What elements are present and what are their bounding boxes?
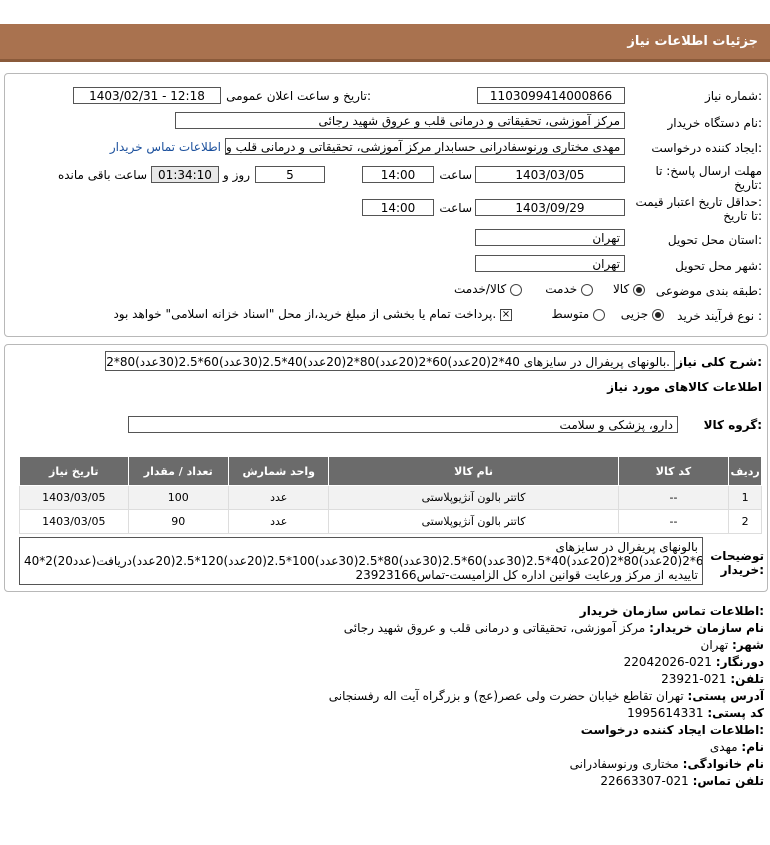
category-service-radio[interactable] bbox=[581, 283, 593, 296]
col-unit: واحد شمارش bbox=[228, 456, 330, 486]
announce-label: تاریخ و ساعت اعلان عمومی: bbox=[226, 89, 371, 103]
province-label: استان محل تحویل: bbox=[667, 233, 762, 247]
contact-city: شهر: تهران bbox=[700, 638, 764, 652]
cell-item-name: کاتتر بالون آنژیوپلاستی bbox=[328, 509, 619, 534]
category-both-option[interactable]: کالا/خدمت bbox=[454, 282, 522, 296]
desc-field: بالونهای پریفرال در سایزهای 40*2(20عدد)6… bbox=[105, 351, 675, 371]
process-partial-radio[interactable] bbox=[652, 308, 664, 321]
goods-info-title: اطلاعات کالاهای مورد نیاز bbox=[607, 380, 762, 394]
treasury-checkbox[interactable]: ⨯ bbox=[500, 308, 512, 321]
buyer-org-label: نام دستگاه خریدار: bbox=[667, 116, 763, 130]
cell-item-code: -- bbox=[617, 485, 730, 510]
cell-quantity: 100 bbox=[127, 485, 230, 510]
cell-item-name: کاتتر بالون آنژیوپلاستی bbox=[328, 485, 619, 510]
buyer-notes-line3: تاییدیه از مرکز ورعایت قوانین اداره کل ا… bbox=[355, 568, 698, 582]
remaining-time-field: 01:34:10 bbox=[151, 166, 219, 183]
need-number-field: 1103099414000866 bbox=[477, 87, 625, 104]
buyer-notes-box: بالونهای پریفرال در سایزهای 40*2(20عدد)6… bbox=[19, 537, 703, 585]
creator-label: ایجاد کننده درخواست: bbox=[651, 141, 762, 155]
table-row: 1403/03/05 100 عدد کاتتر بالون آنژیوپلاس… bbox=[19, 485, 762, 510]
process-medium-radio[interactable] bbox=[593, 308, 605, 321]
category-both-label: کالا/خدمت bbox=[453, 282, 507, 296]
category-label: طبقه بندی موضوعی: bbox=[655, 284, 762, 298]
col-need-date: تاریخ نیاز bbox=[19, 456, 129, 486]
buyer-notes-label: توضیحات bbox=[710, 549, 764, 563]
page-title: جزئیات اطلاعات نیاز bbox=[627, 34, 758, 49]
contact-address: آدرس پستی: تهران تقاطع خیابان حضرت ولی ع… bbox=[328, 689, 764, 703]
deadline-label: مهلت ارسال پاسخ: تا bbox=[655, 164, 762, 178]
contact-fax: دورنگار: 021-22042026 bbox=[623, 655, 764, 669]
buyer-contact-link[interactable]: اطلاعات تماس خریدار bbox=[110, 140, 221, 154]
category-goods-option[interactable]: کالا bbox=[613, 282, 645, 296]
table-header-row: تاریخ نیاز تعداد / مقدار واحد شمارش نام … bbox=[19, 456, 762, 486]
need-number-label: شماره نیاز: bbox=[704, 89, 762, 103]
cell-item-code: -- bbox=[617, 509, 730, 534]
cell-unit: عدد bbox=[228, 509, 330, 534]
remaining-label: ساعت باقی مانده bbox=[57, 168, 147, 182]
table-row: 1403/03/05 90 عدد کاتتر بالون آنژیوپلاست… bbox=[19, 509, 762, 534]
days-field: 5 bbox=[255, 166, 325, 183]
process-partial-label: جزیی bbox=[620, 307, 649, 321]
creator-family: نام خانوادگی: مختاری ورنوسفادرانی bbox=[569, 757, 764, 771]
buyer-notes-label-2: خریدار: bbox=[720, 563, 764, 577]
process-partial-option[interactable]: جزیی bbox=[621, 307, 664, 321]
announce-field: 1403/02/31 - 12:18 bbox=[73, 87, 221, 104]
cell-row: 1 bbox=[728, 485, 762, 510]
contact-phone: تلفن: 021-23921 bbox=[661, 672, 764, 686]
validity-time-field: 14:00 bbox=[362, 199, 434, 216]
group-label: گروه کالا: bbox=[703, 418, 762, 432]
buyer-notes-line1: بالونهای پریفرال در سایزهای bbox=[555, 540, 698, 554]
treasury-option[interactable]: پرداخت تمام یا بخشی از مبلغ خرید،از محل … bbox=[113, 307, 512, 321]
validity-label: حداقل تاریخ اعتبار قیمت: bbox=[635, 195, 762, 209]
col-quantity: تعداد / مقدار bbox=[127, 456, 230, 486]
validity-time-label: ساعت bbox=[439, 201, 472, 215]
contact-postal: کد پستی: 1995614331 bbox=[627, 706, 764, 720]
category-service-option[interactable]: خدمت bbox=[545, 282, 593, 296]
city-label: شهر محل تحویل: bbox=[675, 259, 762, 273]
category-goods-label: کالا bbox=[612, 282, 630, 296]
validity-date-field: 1403/09/29 bbox=[475, 199, 625, 216]
treasury-note: پرداخت تمام یا بخشی از مبلغ خرید،از محل … bbox=[113, 307, 497, 321]
buyer-notes-line2: 40*2(20عدد)60*2(20عدد)80*2(20عدد)40*2.5(… bbox=[24, 554, 703, 568]
deadline-time-label: ساعت bbox=[439, 168, 472, 182]
category-both-radio[interactable] bbox=[510, 283, 522, 296]
contact-title: اطلاعات تماس سازمان خریدار: bbox=[579, 604, 764, 618]
cell-quantity: 90 bbox=[127, 509, 230, 534]
deadline-label-2: تاریخ: bbox=[734, 178, 762, 192]
page-header: جزئیات اطلاعات نیاز bbox=[0, 24, 770, 62]
cell-unit: عدد bbox=[228, 485, 330, 510]
creator-field: مهدی مختاری ورنوسفادرانی حسابدار مرکز آم… bbox=[225, 138, 625, 155]
creator-title: اطلاعات ایجاد کننده درخواست: bbox=[580, 723, 764, 737]
validity-label-2: تا تاریخ: bbox=[723, 209, 762, 223]
col-row: ردیف bbox=[728, 456, 762, 486]
col-item-name: نام کالا bbox=[328, 456, 619, 486]
buyer-org-field: مرکز آموزشی، تحقیقاتی و درمانی قلب و عرو… bbox=[175, 112, 625, 129]
group-field: دارو، پزشکی و سلامت bbox=[128, 416, 678, 433]
process-medium-option[interactable]: متوسط bbox=[551, 307, 605, 321]
category-goods-radio[interactable] bbox=[633, 283, 645, 296]
creator-phone: تلفن تماس: 021-22663307 bbox=[600, 774, 764, 788]
creator-name: نام: مهدی bbox=[709, 740, 764, 754]
cell-need-date: 1403/03/05 bbox=[19, 509, 129, 534]
deadline-time-field: 14:00 bbox=[362, 166, 434, 183]
deadline-date-field: 1403/03/05 bbox=[475, 166, 625, 183]
province-field: تهران bbox=[475, 229, 625, 246]
days-label: روز و bbox=[223, 168, 250, 182]
col-item-code: کد کالا bbox=[617, 456, 730, 486]
process-label: نوع فرآیند خرید : bbox=[677, 309, 762, 323]
cell-row: 2 bbox=[728, 509, 762, 534]
category-service-label: خدمت bbox=[545, 282, 578, 296]
city-field: تهران bbox=[475, 255, 625, 272]
contact-org: نام سازمان خریدار: مرکز آموزشی، تحقیقاتی… bbox=[343, 621, 764, 635]
goods-table: تاریخ نیاز تعداد / مقدار واحد شمارش نام … bbox=[19, 456, 762, 534]
process-medium-label: متوسط bbox=[551, 307, 590, 321]
desc-label: شرح کلی نیاز: bbox=[676, 355, 762, 369]
cell-need-date: 1403/03/05 bbox=[19, 485, 129, 510]
